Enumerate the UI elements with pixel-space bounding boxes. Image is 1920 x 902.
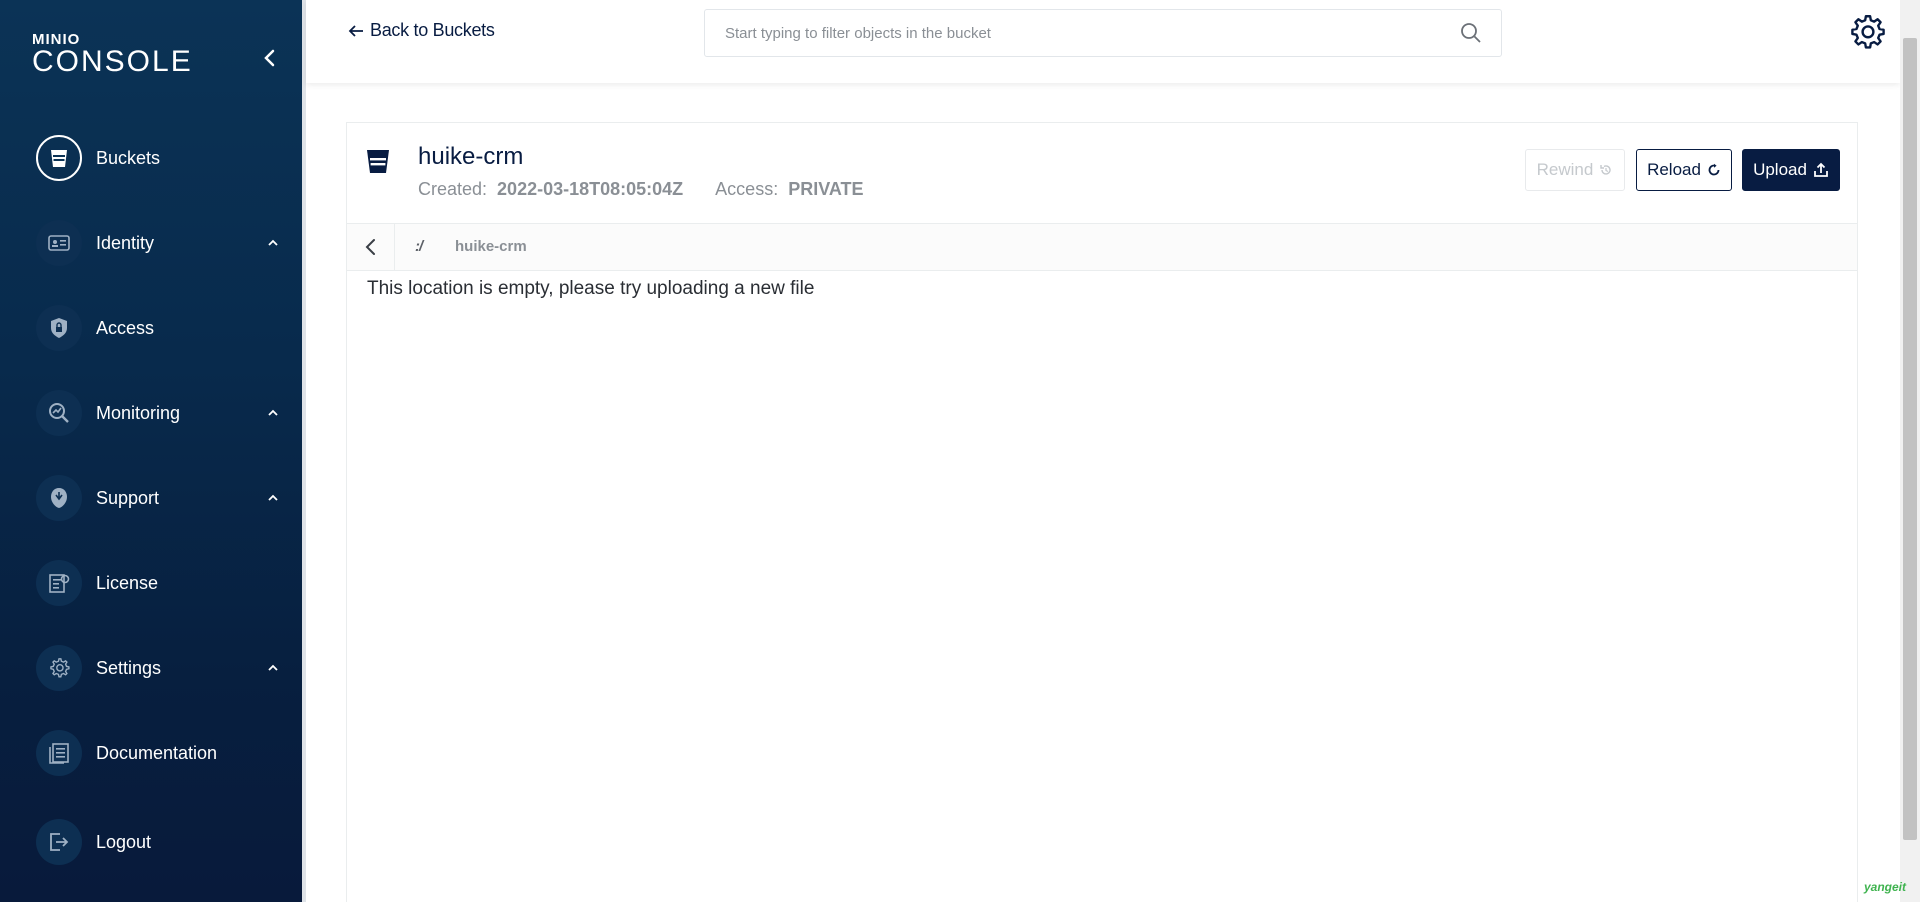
- rewind-label: Rewind: [1536, 160, 1594, 179]
- sidebar-item-label: License: [96, 572, 159, 593]
- bucket-icon: [367, 150, 389, 173]
- lifebuoy-icon: [51, 488, 67, 508]
- search-input[interactable]: [725, 24, 1459, 42]
- back-to-buckets-link[interactable]: Back to Buckets: [348, 20, 495, 41]
- nav-icon-wrapper: [36, 560, 82, 606]
- chevron-up-icon[interactable]: [266, 406, 280, 420]
- magnifier-chart-icon: [49, 403, 69, 423]
- chevron-up-icon[interactable]: [266, 491, 280, 505]
- history-icon: [1600, 165, 1612, 175]
- sidebar-item-label: Identity: [96, 232, 155, 253]
- sidebar-item-buckets[interactable]: Buckets: [36, 133, 286, 183]
- document-icon: [49, 743, 69, 764]
- search-icon[interactable]: [1459, 21, 1483, 45]
- settings-gear-icon[interactable]: [1850, 14, 1886, 50]
- upload-button[interactable]: Upload: [1742, 149, 1840, 191]
- breadcrumb-path[interactable]: huike-crm: [455, 238, 527, 255]
- page-scrollbar[interactable]: [1900, 0, 1920, 902]
- nav-icon-wrapper: [36, 819, 82, 865]
- bucket-panel: huike-crm Created: 2022-03-18T08:05:04Z …: [346, 122, 1858, 902]
- chevron-left-icon: [264, 49, 275, 67]
- gear-icon: [50, 658, 70, 678]
- sidebar-item-logout[interactable]: Logout: [36, 817, 286, 867]
- sidebar-item-label: Documentation: [96, 742, 218, 763]
- rewind-button[interactable]: Rewind: [1525, 149, 1625, 191]
- watermark: yangeit: [1864, 880, 1907, 894]
- sidebar-item-license[interactable]: License: [36, 558, 286, 608]
- bucket-name: huike-crm: [418, 143, 524, 170]
- chevron-up-icon[interactable]: [266, 661, 280, 675]
- chevron-up-icon[interactable]: [266, 236, 280, 250]
- nav-icon-wrapper: [36, 390, 82, 436]
- access-label: Access:: [715, 179, 779, 199]
- sidebar-item-identity[interactable]: Identity: [36, 218, 286, 268]
- scrollbar-thumb[interactable]: [1903, 38, 1917, 840]
- breadcrumb-root[interactable]: :/: [415, 238, 423, 255]
- nav-icon-wrapper: [36, 475, 82, 521]
- sidebar-item-label: Logout: [96, 831, 152, 852]
- sidebar-item-label: Support: [96, 487, 160, 508]
- reload-button[interactable]: Reload: [1636, 149, 1732, 191]
- upload-icon: [1814, 162, 1828, 177]
- minio-console-logo[interactable]: MINIO CONSOLE: [32, 32, 193, 78]
- nav-icon-wrapper: [36, 645, 82, 691]
- upload-label: Upload: [1753, 160, 1807, 179]
- sidebar-item-documentation[interactable]: Documentation: [36, 728, 286, 778]
- created-label: Created:: [418, 179, 488, 199]
- sidebar-border: [302, 0, 306, 902]
- back-link-label: Back to Buckets: [370, 20, 495, 40]
- sidebar: MINIO CONSOLE Buckets Identity Access Mo…: [0, 0, 302, 902]
- nav-icon-wrapper: [36, 730, 82, 776]
- empty-location-message: This location is empty, please try uploa…: [367, 278, 815, 299]
- collapse-sidebar-button[interactable]: [258, 46, 282, 70]
- nav-icon-wrapper: [36, 135, 82, 181]
- access-value: PRIVATE: [788, 179, 864, 199]
- nav-icon-wrapper: [36, 220, 82, 266]
- bucket-meta: Created: 2022-03-18T08:05:04Z Access: PR…: [418, 179, 864, 200]
- shield-lock-icon: [51, 318, 67, 338]
- license-icon: [49, 574, 70, 593]
- sidebar-item-label: Monitoring: [96, 402, 181, 423]
- logout-icon: [50, 833, 69, 851]
- sidebar-item-access[interactable]: Access: [36, 303, 286, 353]
- reload-label: Reload: [1647, 160, 1701, 179]
- search-box: [704, 9, 1502, 57]
- breadcrumb-bar: :/ huike-crm: [347, 223, 1857, 271]
- chevron-left-icon: [365, 239, 375, 255]
- bucket-icon: [51, 150, 67, 167]
- top-bar: Back to Buckets: [306, 0, 1900, 83]
- refresh-icon: [1708, 163, 1720, 176]
- arrow-left-icon: [348, 24, 363, 37]
- sidebar-item-support[interactable]: Support: [36, 473, 286, 523]
- sidebar-item-label: Buckets: [96, 147, 161, 168]
- sidebar-item-label: Access: [96, 317, 155, 338]
- meta-spacer: [693, 179, 705, 200]
- sidebar-item-monitoring[interactable]: Monitoring: [36, 388, 286, 438]
- breadcrumb-back-button[interactable]: [347, 224, 395, 270]
- logo-main-text: CONSOLE: [32, 45, 193, 78]
- sidebar-item-label: Settings: [96, 657, 162, 678]
- id-card-icon: [48, 235, 70, 251]
- nav-icon-wrapper: [36, 305, 82, 351]
- sidebar-item-settings[interactable]: Settings: [36, 643, 286, 693]
- created-value: 2022-03-18T08:05:04Z: [497, 179, 684, 199]
